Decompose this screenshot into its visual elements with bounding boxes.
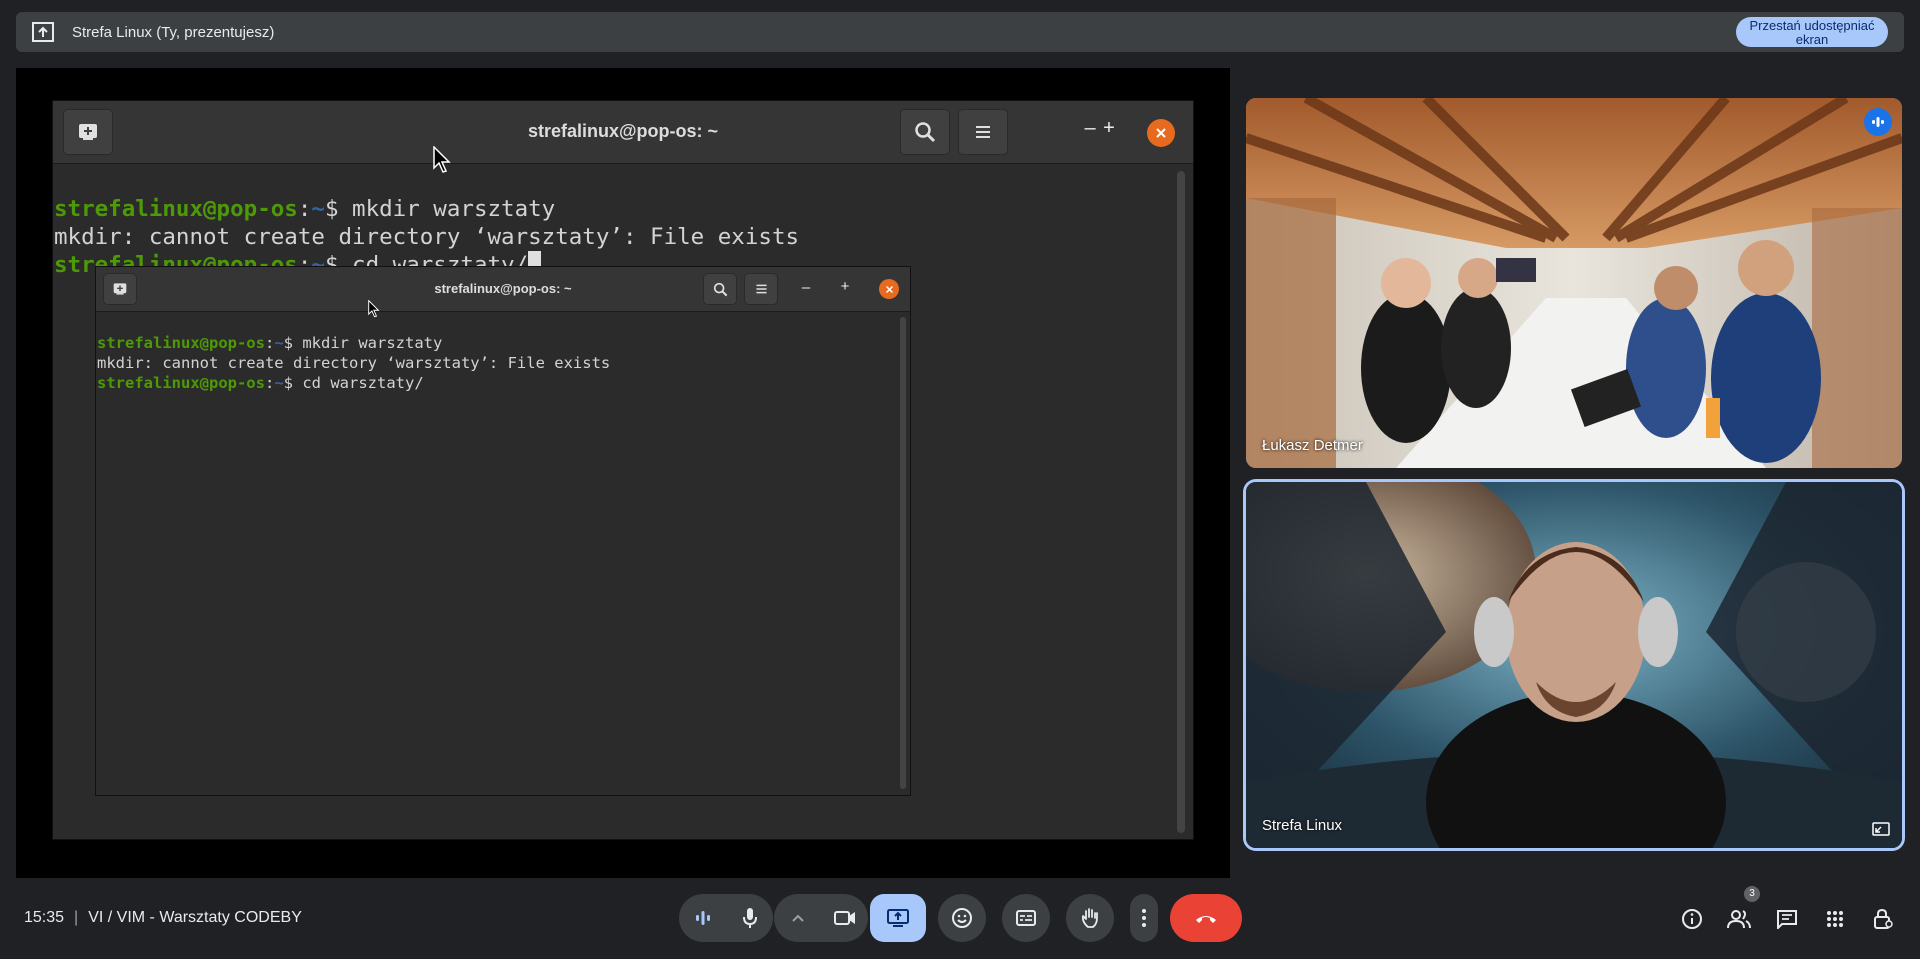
participant-tile[interactable]: Łukasz Detmer (1246, 98, 1902, 468)
camera-control-group (774, 894, 868, 942)
audio-control-group (679, 894, 773, 942)
chat-icon (1777, 910, 1797, 929)
camera-button[interactable] (821, 910, 868, 926)
present-screen-icon (887, 909, 909, 927)
hamburger-menu-icon (755, 284, 767, 294)
terminal-line: strefalinux@pop-os:~$ mkdir warsztaty (54, 196, 556, 222)
terminal-line: strefalinux@pop-os:~$ mkdir warsztaty (97, 334, 443, 352)
more-options-button[interactable] (1130, 894, 1158, 942)
lock-person-icon (1874, 908, 1893, 929)
mouse-pointer-icon (368, 300, 380, 318)
end-call-icon (1196, 916, 1216, 923)
meeting-title: VI / VIM - Warsztaty CODEBY (88, 909, 302, 926)
maximize-button[interactable]: + (835, 278, 855, 295)
terminal-window-inner: strefalinux@pop-os: ~ – + strefalinux@po… (95, 266, 911, 796)
terminal-header: strefalinux@pop-os: ~ – + (53, 101, 1193, 164)
close-button[interactable] (1147, 119, 1175, 147)
people-count-badge: 3 (1744, 886, 1760, 902)
captions-button[interactable] (1002, 894, 1050, 942)
participant-name: Łukasz Detmer (1262, 437, 1363, 454)
participant-video (1246, 98, 1902, 468)
minimize-button[interactable]: – (796, 279, 816, 296)
search-icon (713, 282, 727, 296)
maximize-button[interactable]: + (1097, 117, 1121, 140)
search-button[interactable] (703, 273, 737, 305)
stop-presenting-button[interactable]: Przestań udostępniać ekran (1736, 17, 1888, 47)
camera-options-button[interactable] (774, 914, 821, 922)
emoji-icon (952, 908, 972, 928)
close-button[interactable] (879, 279, 899, 299)
menu-button[interactable] (744, 273, 778, 305)
people-button[interactable] (1726, 906, 1752, 932)
terminal-header: strefalinux@pop-os: ~ – + (96, 267, 910, 312)
terminal-line: strefalinux@pop-os:~$ cd warsztaty/ (97, 374, 424, 392)
end-call-button[interactable] (1170, 894, 1242, 942)
raise-hand-button[interactable] (1066, 894, 1114, 942)
present-screen-button[interactable] (870, 894, 926, 942)
present-to-all-icon (32, 22, 54, 42)
audio-levels-icon (695, 911, 710, 925)
picture-in-picture-icon[interactable] (1872, 822, 1890, 836)
search-icon (915, 122, 936, 143)
info-icon (1682, 909, 1702, 929)
presentation-bar: Strefa Linux (Ty, prezentujesz) Przestań… (16, 12, 1904, 52)
mouse-pointer-icon (433, 146, 451, 173)
close-icon (885, 285, 893, 293)
terminal-title: strefalinux@pop-os: ~ (434, 281, 572, 296)
search-button[interactable] (900, 109, 950, 155)
hamburger-menu-icon (976, 126, 990, 138)
meeting-info: 15:35 | VI / VIM - Warsztaty CODEBY (24, 909, 302, 926)
raise-hand-icon (1081, 908, 1098, 928)
audio-levels-icon (1872, 117, 1884, 127)
participant-video (1246, 482, 1902, 848)
audio-levels-button[interactable] (679, 909, 726, 927)
meeting-controls-bar: 15:35 | VI / VIM - Warsztaty CODEBY 3 (0, 880, 1920, 959)
presentation-title: Strefa Linux (Ty, prezentujesz) (72, 24, 275, 41)
terminal-title: strefalinux@pop-os: ~ (527, 121, 719, 141)
terminal-output[interactable]: strefalinux@pop-os:~$ mkdir warsztaty mkd… (97, 313, 610, 433)
people-icon (1727, 910, 1751, 929)
participant-tile[interactable]: Strefa Linux (1246, 482, 1902, 848)
meeting-details-button[interactable] (1679, 906, 1705, 932)
menu-button[interactable] (958, 109, 1008, 155)
terminal-line: mkdir: cannot create directory ‘warsztat… (97, 354, 611, 372)
activities-button[interactable] (1822, 906, 1848, 932)
terminal-line: mkdir: cannot create directory ‘warsztat… (54, 224, 800, 250)
scrollbar[interactable] (1177, 171, 1185, 833)
host-controls-button[interactable] (1870, 906, 1896, 932)
close-icon (1156, 128, 1166, 138)
chat-button[interactable] (1774, 906, 1800, 932)
scrollbar[interactable] (900, 317, 906, 789)
speaking-indicator (1864, 108, 1892, 136)
camera-icon (833, 911, 855, 925)
meeting-time: 15:35 (24, 909, 65, 926)
emoji-button[interactable] (938, 894, 986, 942)
more-vert-icon (1142, 909, 1146, 927)
microphone-button[interactable] (726, 907, 773, 929)
captions-icon (1016, 910, 1036, 926)
microphone-icon (742, 908, 757, 928)
participant-name: Strefa Linux (1262, 817, 1343, 834)
apps-icon (1827, 911, 1843, 927)
chevron-up-icon (791, 914, 804, 922)
